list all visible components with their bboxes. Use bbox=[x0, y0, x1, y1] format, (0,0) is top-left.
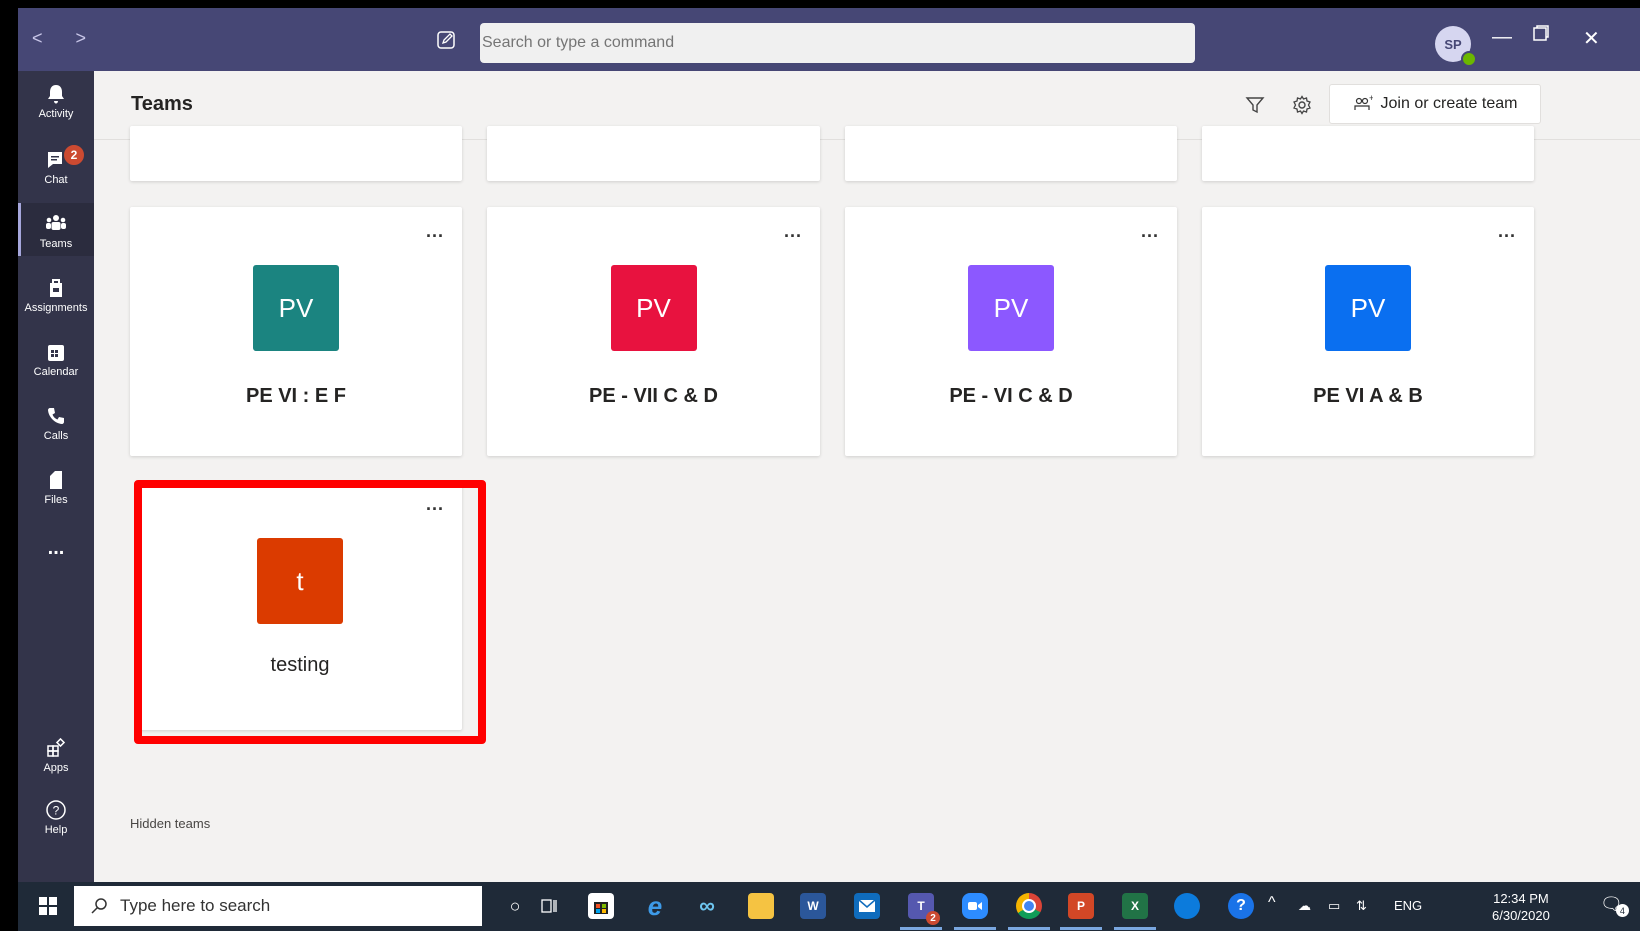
rail-label: Assignments bbox=[24, 302, 88, 314]
rail-item-help[interactable]: ? Help bbox=[18, 799, 94, 836]
team-card[interactable]: ... PV PE VI A & B bbox=[1202, 207, 1534, 456]
rail-label: Activity bbox=[38, 108, 74, 120]
search-input[interactable] bbox=[480, 23, 1195, 63]
notification-count: 4 bbox=[1615, 904, 1629, 917]
highlight-box bbox=[134, 480, 486, 744]
team-card-partial[interactable] bbox=[1202, 126, 1534, 181]
more-options-icon[interactable]: ... bbox=[1498, 221, 1516, 242]
teams-window: < > SP — ✕ Activity 2 Chat Teams A bbox=[18, 8, 1640, 882]
rail-item-files[interactable]: Files bbox=[18, 469, 94, 506]
windows-taskbar: Type here to search ○ e ∞ W T 2 P X ? ^ … bbox=[18, 882, 1640, 931]
teams-taskbar-icon[interactable]: T 2 bbox=[900, 893, 942, 930]
back-forward-icons[interactable]: < > bbox=[32, 28, 100, 49]
rail-item-apps[interactable]: Apps bbox=[18, 737, 94, 774]
store-icon[interactable] bbox=[588, 893, 614, 919]
chrome-icon[interactable] bbox=[1008, 893, 1050, 930]
file-explorer-icon[interactable] bbox=[748, 893, 774, 919]
team-avatar: PV bbox=[253, 265, 339, 351]
taskbar-search-placeholder: Type here to search bbox=[120, 896, 271, 915]
powerpoint-icon[interactable]: P bbox=[1060, 893, 1102, 930]
team-avatar: PV bbox=[968, 265, 1054, 351]
cortana-icon[interactable]: ○ bbox=[502, 893, 528, 919]
zoom-icon[interactable] bbox=[954, 893, 996, 930]
rail-label: Teams bbox=[39, 238, 73, 250]
app-bar: Activity 2 Chat Teams Assignments Calend… bbox=[18, 71, 94, 882]
clock[interactable]: 12:34 PM 6/30/2020 bbox=[1492, 890, 1550, 924]
rail-label: Files bbox=[44, 494, 68, 506]
page-title: Teams bbox=[131, 93, 193, 115]
presence-available-icon bbox=[1461, 51, 1477, 67]
taskbar-search[interactable]: Type here to search bbox=[74, 886, 482, 926]
more-options-icon[interactable]: ... bbox=[1141, 221, 1159, 242]
network-icon[interactable]: ⇅ bbox=[1356, 898, 1367, 914]
teams-icon bbox=[46, 215, 66, 230]
team-name: PE VI A & B bbox=[1313, 385, 1423, 407]
rail-label: Calls bbox=[43, 430, 69, 442]
minimize-icon[interactable]: — bbox=[1492, 26, 1512, 49]
team-name: PE VI : E F bbox=[245, 385, 347, 407]
word-icon[interactable]: W bbox=[800, 893, 826, 919]
svg-text:+: + bbox=[1369, 95, 1373, 103]
phone-icon bbox=[48, 408, 64, 424]
file-icon bbox=[50, 471, 62, 489]
rail-item-chat[interactable]: 2 Chat bbox=[18, 143, 94, 186]
compose-icon[interactable] bbox=[436, 30, 456, 50]
apps-icon bbox=[47, 737, 66, 757]
filter-icon[interactable] bbox=[1245, 95, 1265, 115]
svg-text:?: ? bbox=[53, 804, 60, 818]
title-bar: < > SP — ✕ bbox=[18, 8, 1640, 71]
team-card-partial[interactable] bbox=[845, 126, 1177, 181]
clock-time: 12:34 PM bbox=[1493, 891, 1549, 906]
task-view-icon[interactable] bbox=[536, 893, 562, 919]
internet-explorer-icon[interactable]: e bbox=[642, 891, 668, 921]
maximize-icon[interactable] bbox=[1532, 24, 1550, 48]
team-avatar: PV bbox=[1325, 265, 1411, 351]
team-card[interactable]: ... PV PE - VI C & D bbox=[845, 207, 1177, 456]
rail-label: Chat bbox=[44, 174, 68, 186]
calendar-icon bbox=[48, 345, 64, 361]
team-card[interactable]: ... PV PE VI : E F bbox=[130, 207, 462, 456]
team-card-partial[interactable] bbox=[130, 126, 462, 181]
excel-icon[interactable]: X bbox=[1114, 893, 1156, 930]
battery-icon[interactable]: ▭ bbox=[1328, 898, 1340, 914]
rail-label: Apps bbox=[43, 762, 69, 774]
more-apps-icon[interactable]: ... bbox=[18, 537, 94, 560]
gear-icon[interactable] bbox=[1292, 95, 1312, 115]
team-card[interactable]: ... PV PE - VII C & D bbox=[487, 207, 820, 456]
language-indicator[interactable]: ENG bbox=[1394, 898, 1422, 913]
more-options-icon[interactable]: ... bbox=[426, 221, 444, 242]
teams-taskbar-badge: 2 bbox=[926, 911, 940, 925]
clock-date: 6/30/2020 bbox=[1492, 908, 1550, 923]
chevron-up-icon[interactable]: ^ bbox=[1268, 894, 1276, 912]
rail-item-calls[interactable]: Calls bbox=[18, 405, 94, 442]
help-assistant-icon[interactable]: ? bbox=[1228, 893, 1254, 919]
rail-label: Calendar bbox=[33, 366, 79, 378]
mail-icon[interactable] bbox=[854, 893, 880, 919]
rail-item-activity[interactable]: Activity bbox=[18, 83, 94, 120]
infinity-app-icon[interactable]: ∞ bbox=[694, 893, 720, 919]
chat-badge: 2 bbox=[62, 143, 86, 167]
hidden-teams-link[interactable]: Hidden teams bbox=[130, 816, 210, 831]
help-icon: ? bbox=[46, 800, 66, 820]
windows-start-icon[interactable] bbox=[38, 896, 58, 916]
edge-icon[interactable] bbox=[1174, 893, 1200, 919]
rail-item-calendar[interactable]: Calendar bbox=[18, 341, 94, 378]
close-icon[interactable]: ✕ bbox=[1583, 26, 1600, 51]
rail-item-teams[interactable]: Teams bbox=[18, 203, 94, 256]
rail-label: Help bbox=[44, 824, 68, 836]
assignments-icon bbox=[50, 279, 62, 297]
team-avatar: PV bbox=[610, 265, 697, 351]
join-or-create-team-button[interactable]: + Join or create team bbox=[1329, 84, 1541, 124]
team-card-partial[interactable] bbox=[487, 126, 820, 181]
team-name: PE - VII C & D bbox=[589, 385, 718, 407]
notifications-icon[interactable]: 🗨 4 bbox=[1600, 894, 1629, 917]
onedrive-icon[interactable]: ☁ bbox=[1298, 898, 1311, 914]
rail-item-assignments[interactable]: Assignments bbox=[18, 277, 94, 314]
join-button-label: Join or create team bbox=[1380, 95, 1518, 112]
bell-icon bbox=[48, 85, 64, 104]
add-people-icon: + bbox=[1353, 95, 1373, 110]
search-icon bbox=[91, 898, 107, 914]
team-name: PE - VI C & D bbox=[949, 385, 1073, 407]
more-options-icon[interactable]: ... bbox=[784, 221, 802, 242]
